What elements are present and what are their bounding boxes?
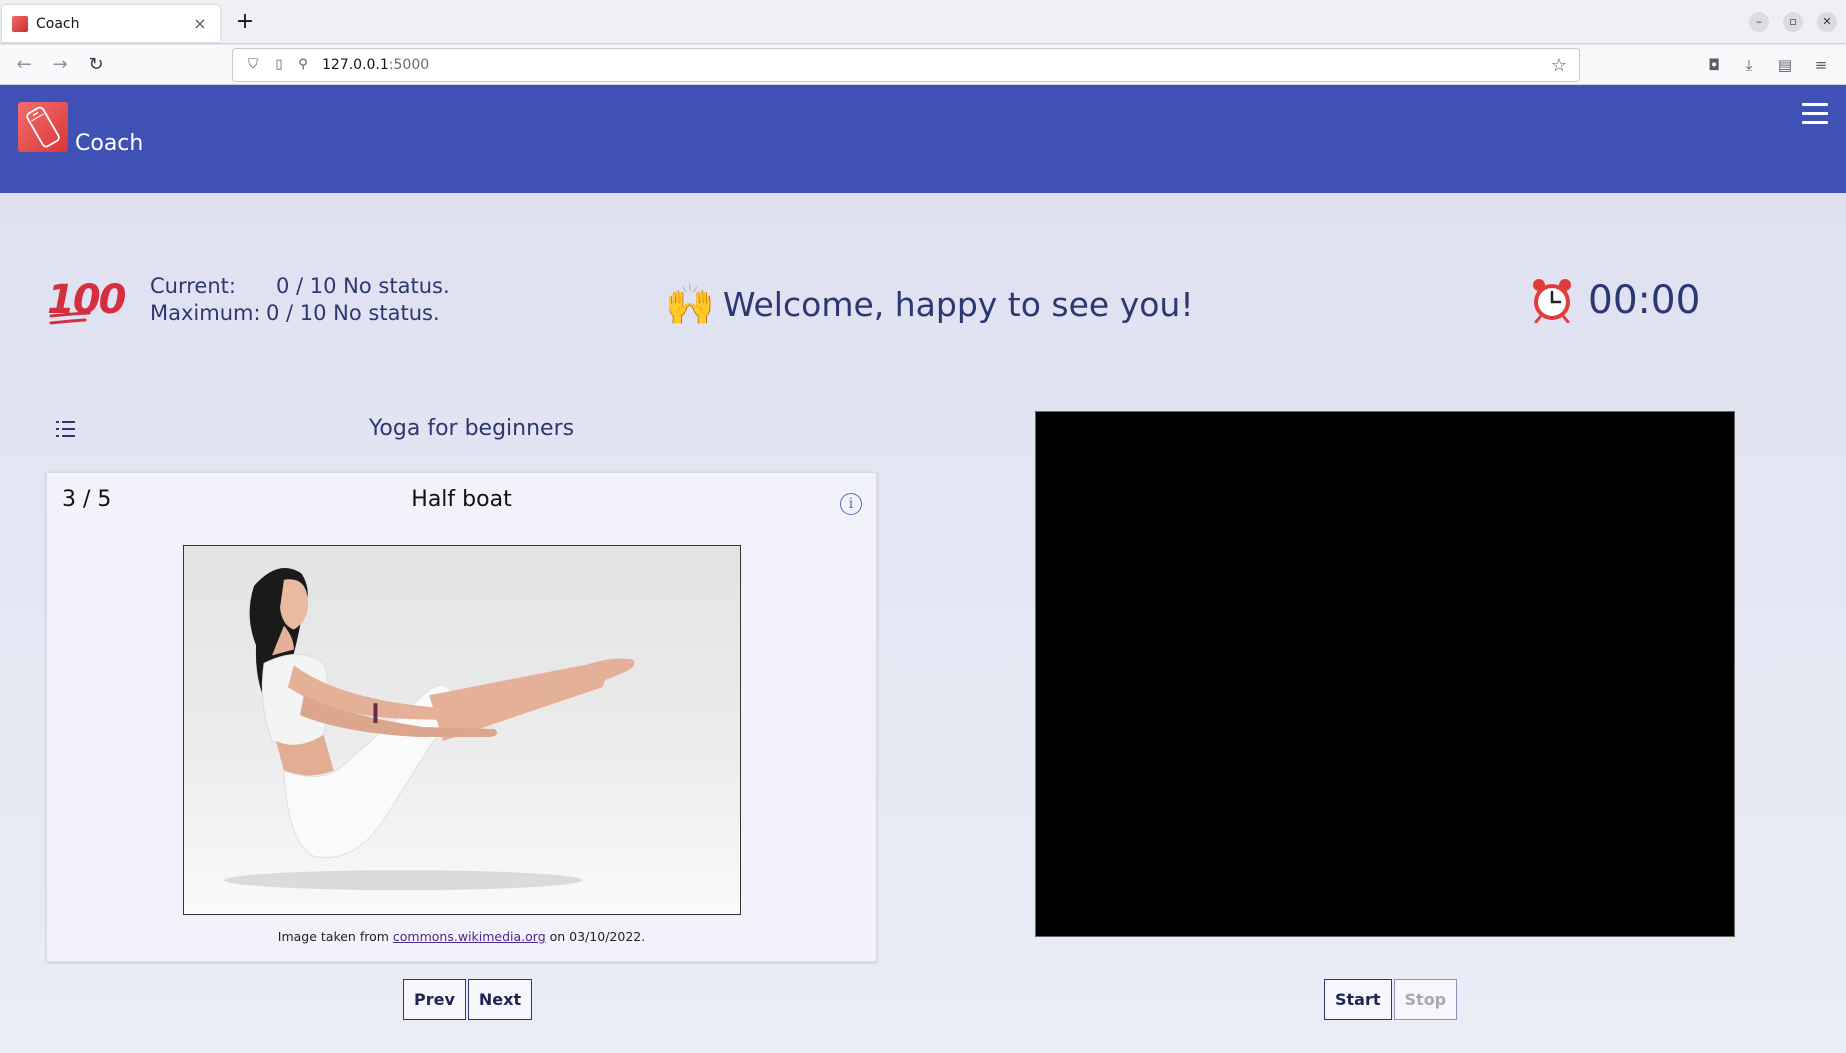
- image-credit: Image taken from commons.wikimedia.org o…: [47, 929, 876, 944]
- page-icon[interactable]: ▯: [271, 57, 287, 73]
- score-current-label: Current:: [150, 274, 236, 298]
- tab-title: Coach: [36, 15, 80, 32]
- timer-value: 00:00: [1588, 277, 1701, 323]
- exercise-title: Half boat: [411, 487, 512, 512]
- reload-icon[interactable]: ↻: [84, 53, 108, 77]
- exercise-image: [183, 545, 741, 915]
- pocket-icon[interactable]: ◘: [1703, 54, 1725, 76]
- bookmark-star-icon[interactable]: ☆: [1551, 55, 1567, 76]
- next-button[interactable]: Next: [467, 979, 533, 1020]
- half-boat-pose-illustration: [224, 568, 635, 891]
- browser-tab[interactable]: Coach ×: [2, 5, 220, 42]
- hamburger-menu-icon[interactable]: [1802, 103, 1828, 125]
- hundred-points-underline: [49, 312, 91, 325]
- alarm-clock-icon: [1533, 279, 1571, 323]
- welcome-message: 🙌 Welcome, happy to see you!: [665, 281, 1194, 328]
- program-title: Yoga for beginners: [368, 416, 575, 441]
- score-table: Current: 0 / 10 No status. Maximum: 0 / …: [150, 273, 450, 327]
- score-maximum-label: Maximum:: [150, 301, 261, 325]
- score-maximum-value: 0 / 10 No status.: [266, 301, 440, 325]
- info-icon[interactable]: i: [840, 493, 862, 515]
- url-text[interactable]: 127.0.0.1:5000: [322, 57, 429, 73]
- tab-favicon-icon: [12, 15, 28, 32]
- app-menu-icon[interactable]: ≡: [1810, 54, 1832, 76]
- permissions-icon[interactable]: ⚲: [295, 57, 311, 73]
- video-feed[interactable]: [1035, 411, 1735, 937]
- credit-suffix: on 03/10/2022.: [549, 929, 646, 944]
- score-current-value: 0 / 10 No status.: [276, 274, 450, 298]
- browser-tab-bar: Coach × + – ▫ ✕: [0, 0, 1846, 44]
- tab-close-icon[interactable]: ×: [190, 14, 210, 33]
- raising-hands-icon: 🙌: [665, 282, 715, 328]
- reader-view-icon[interactable]: ▤: [1774, 54, 1796, 76]
- back-arrow-icon[interactable]: ←: [12, 53, 36, 77]
- exercise-nav-buttons: Prev Next: [403, 979, 534, 1020]
- new-tab-button[interactable]: +: [232, 8, 258, 36]
- prev-button[interactable]: Prev: [403, 979, 466, 1020]
- url-bar[interactable]: ⛉ ▯ ⚲ 127.0.0.1:5000 ☆: [232, 48, 1580, 82]
- main-content: 100 Current: 0 / 10 No status. Maximum: …: [0, 193, 1846, 1053]
- phone-logo-icon[interactable]: [18, 102, 68, 152]
- credit-prefix: Image taken from: [277, 929, 389, 944]
- shield-icon[interactable]: ⛉: [245, 57, 261, 73]
- url-host: 127.0.0.1: [322, 57, 389, 73]
- downloads-icon[interactable]: ⤓: [1738, 54, 1760, 76]
- score-maximum-row: Maximum: 0 / 10 No status.: [150, 300, 450, 327]
- video-control-buttons: Start Stop: [1324, 979, 1459, 1020]
- app-title[interactable]: Coach: [75, 131, 143, 156]
- exercise-card: 3 / 5 Half boat i Image taken from commo…: [46, 472, 877, 962]
- app-header: Coach: [0, 85, 1846, 193]
- minimize-button[interactable]: –: [1749, 12, 1769, 32]
- score-current-row: Current: 0 / 10 No status.: [150, 273, 450, 300]
- restore-button[interactable]: ▫: [1783, 12, 1803, 32]
- browser-nav-bar: ← → ↻ ⛉ ▯ ⚲ 127.0.0.1:5000 ☆ ◘ ⤓ ▤ ≡: [0, 45, 1846, 85]
- forward-arrow-icon[interactable]: →: [48, 53, 72, 77]
- welcome-text: Welcome, happy to see you!: [722, 285, 1194, 324]
- url-port: :5000: [388, 57, 430, 73]
- credit-link[interactable]: commons.wikimedia.org: [393, 929, 546, 944]
- close-window-button[interactable]: ✕: [1817, 12, 1837, 32]
- list-icon[interactable]: [55, 419, 77, 439]
- stop-button[interactable]: Stop: [1393, 979, 1458, 1020]
- start-button[interactable]: Start: [1324, 979, 1392, 1020]
- timer: 00:00: [1530, 277, 1700, 323]
